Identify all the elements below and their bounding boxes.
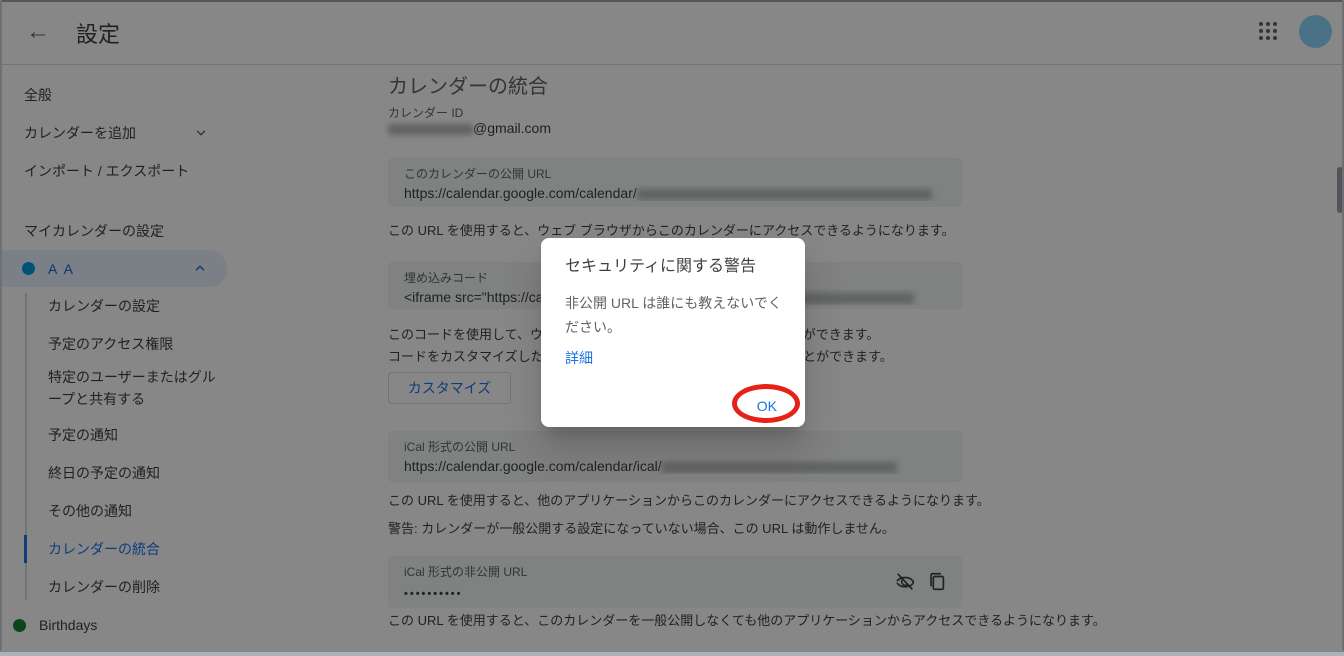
dialog-title: セキュリティに関する警告 — [565, 255, 781, 279]
ok-button[interactable]: OK — [743, 392, 791, 420]
details-link[interactable]: 詳細 — [565, 348, 593, 368]
security-warning-dialog: セキュリティに関する警告 非公開 URL は誰にも教えないでください。 詳細 O… — [541, 238, 805, 427]
dialog-body: 非公開 URL は誰にも教えないでください。 — [565, 291, 783, 339]
